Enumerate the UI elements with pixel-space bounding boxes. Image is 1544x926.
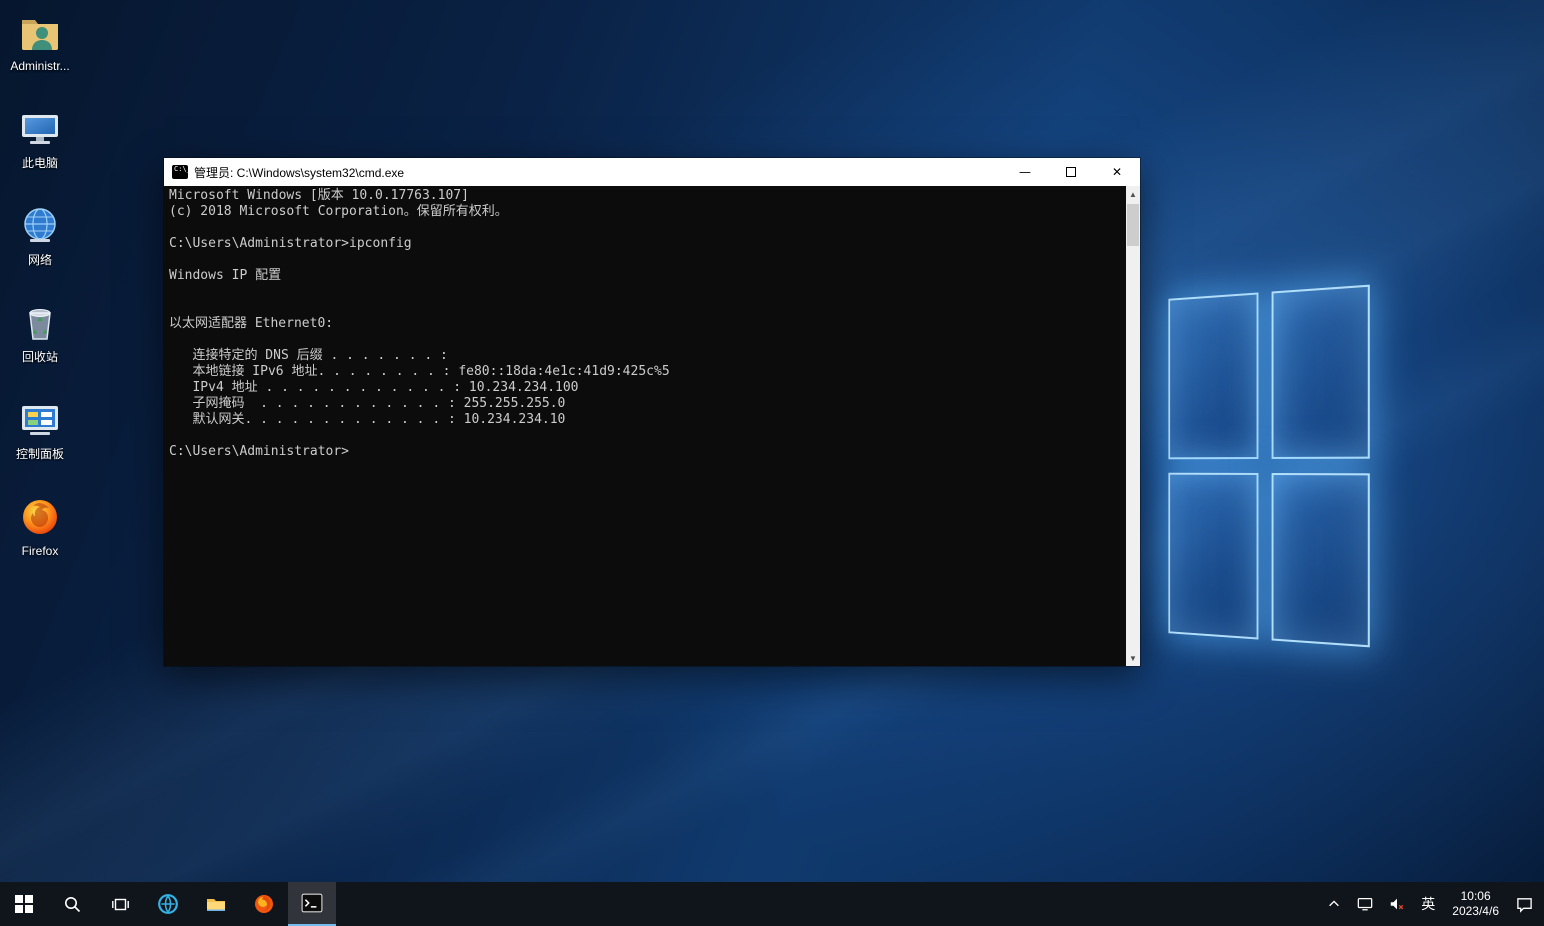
desktop-icon-control-panel[interactable]: 控制面板 — [2, 392, 78, 480]
close-button[interactable]: ✕ — [1094, 158, 1140, 186]
speaker-muted-icon — [1389, 896, 1405, 912]
firefox-taskbar-icon — [253, 893, 275, 915]
file-explorer-button[interactable] — [192, 882, 240, 926]
desktop-icon-this-pc[interactable]: 此电脑 — [2, 101, 78, 189]
terminal-output[interactable]: Microsoft Windows [版本 10.0.17763.107](c)… — [164, 186, 1126, 666]
scroll-up-icon[interactable]: ▲ — [1126, 186, 1140, 202]
search-icon — [64, 896, 81, 913]
system-tray: 英 10:06 2023/4/6 — [1320, 882, 1544, 926]
desktop-icons: Administr... 此电脑 — [2, 4, 78, 577]
taskbar-left — [0, 882, 336, 926]
desktop-icon-firefox[interactable]: Firefox — [2, 489, 78, 577]
task-view-button[interactable] — [96, 882, 144, 926]
minimize-button[interactable]: — — [1002, 158, 1048, 186]
desktop-icon-label: 网络 — [28, 254, 52, 267]
ime-indicator[interactable]: 英 — [1414, 882, 1442, 926]
tray-display-button[interactable] — [1350, 882, 1380, 926]
windows-start-icon — [15, 895, 33, 913]
action-center-button[interactable] — [1509, 882, 1540, 926]
taskbar-spacer — [336, 882, 1320, 926]
desktop-icon-label: 此电脑 — [22, 157, 58, 170]
search-button[interactable] — [48, 882, 96, 926]
tray-expand-button[interactable] — [1320, 882, 1348, 926]
firefox-icon — [18, 495, 62, 539]
cmd-taskbar-icon — [301, 892, 323, 914]
desktop-icon-administrator[interactable]: Administr... — [2, 4, 78, 92]
terminal-scrollbar[interactable]: ▲ ▼ — [1126, 186, 1140, 666]
clock[interactable]: 10:06 2023/4/6 — [1444, 882, 1507, 926]
user-folder-icon — [18, 10, 62, 54]
cmd-window-title: 管理员: C:\Windows\system32\cmd.exe — [194, 164, 1002, 181]
cmd-body: Microsoft Windows [版本 10.0.17763.107](c)… — [164, 186, 1140, 666]
maximize-button[interactable] — [1048, 158, 1094, 186]
cmd-taskbar-button[interactable] — [288, 882, 336, 926]
computer-icon — [18, 107, 62, 151]
desktop-icon-network[interactable]: 网络 — [2, 198, 78, 286]
desktop-icon-label: 回收站 — [22, 351, 58, 364]
desktop: Administr... 此电脑 — [0, 0, 1544, 926]
firefox-taskbar-button[interactable] — [240, 882, 288, 926]
scroll-down-icon[interactable]: ▼ — [1126, 650, 1140, 666]
scroll-thumb[interactable] — [1127, 204, 1139, 246]
clock-time: 10:06 — [1461, 889, 1491, 904]
file-explorer-icon — [206, 894, 226, 914]
display-status-icon — [1357, 896, 1373, 912]
desktop-icon-label: 控制面板 — [16, 448, 64, 461]
clock-date: 2023/4/6 — [1452, 904, 1499, 919]
chevron-up-icon — [1327, 897, 1341, 911]
cmd-window: 管理员: C:\Windows\system32\cmd.exe — ✕ Mic… — [164, 158, 1140, 666]
desktop-icon-label: Firefox — [22, 545, 59, 558]
internet-explorer-button[interactable] — [144, 882, 192, 926]
cmd-app-icon — [172, 165, 188, 179]
desktop-icon-recycle-bin[interactable]: 回收站 — [2, 295, 78, 383]
desktop-icon-label: Administr... — [10, 60, 69, 73]
tray-volume-button[interactable] — [1382, 882, 1412, 926]
cmd-titlebar[interactable]: 管理员: C:\Windows\system32\cmd.exe — ✕ — [164, 158, 1140, 186]
control-panel-icon — [18, 398, 62, 442]
action-center-icon — [1516, 896, 1533, 913]
network-globe-icon — [18, 204, 62, 248]
internet-explorer-icon — [157, 893, 179, 915]
task-view-icon — [112, 896, 129, 913]
start-button[interactable] — [0, 882, 48, 926]
taskbar: 英 10:06 2023/4/6 — [0, 882, 1544, 926]
maximize-icon — [1066, 167, 1076, 177]
windows-wallpaper-logo — [1168, 285, 1369, 648]
recycle-bin-icon — [18, 301, 62, 345]
